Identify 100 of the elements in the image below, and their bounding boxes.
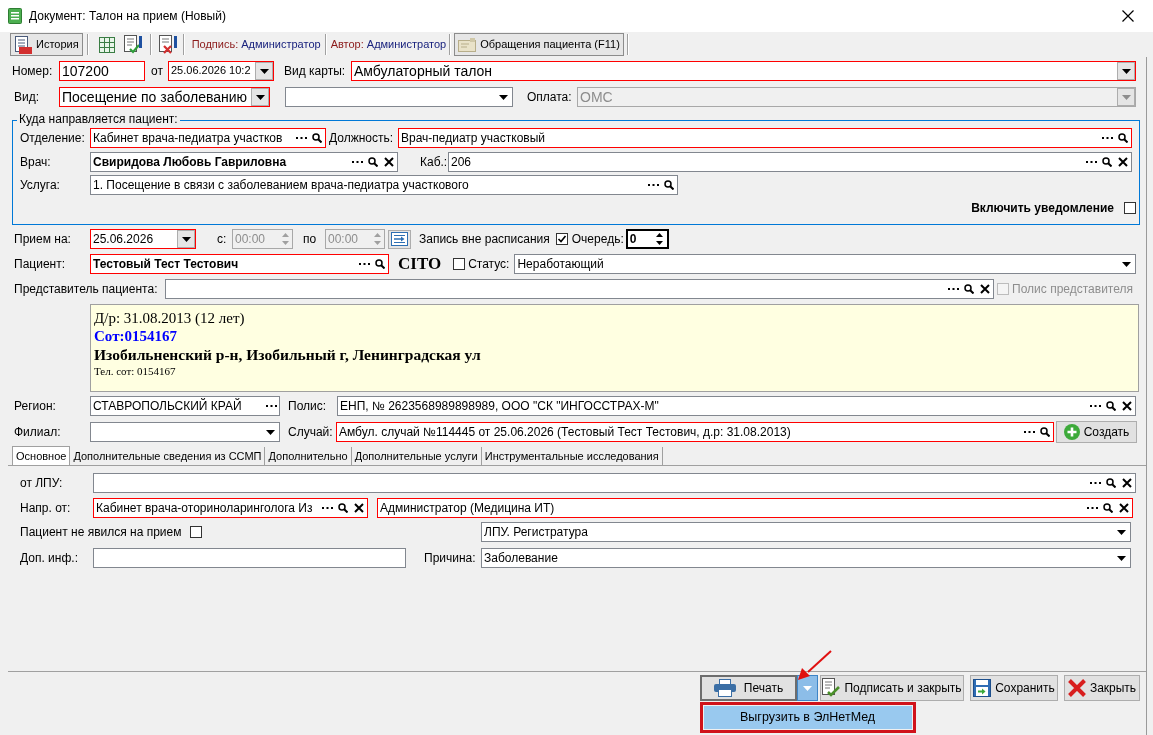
- policy-field[interactable]: ЕНП, № 2623568989898989, ООО "СК "ИНГОССТРАХ-М": [337, 396, 1136, 416]
- visit-subtype-select[interactable]: [285, 87, 513, 107]
- schedule-button[interactable]: [388, 229, 411, 249]
- tab[interactable]: Основное: [12, 446, 71, 465]
- list-arrow-icon: [391, 232, 408, 246]
- field-label: Вид:: [14, 89, 41, 105]
- field-label: Филиал:: [14, 424, 62, 440]
- dropdown-button[interactable]: [251, 88, 269, 106]
- referring-person-field[interactable]: Администратор (Медицина ИТ): [377, 498, 1133, 518]
- patient-field[interactable]: Тестовый Тест Тестович: [90, 254, 389, 274]
- dropdown-button[interactable]: [255, 62, 273, 80]
- checkbox[interactable]: [555, 233, 568, 245]
- lpu-field[interactable]: [93, 473, 1136, 493]
- visit-type-select[interactable]: Посещение по заболеванию: [59, 87, 270, 107]
- clear-icon: [1122, 401, 1132, 411]
- branch-select[interactable]: [90, 422, 280, 442]
- field-label: Отделение:: [20, 130, 86, 146]
- signer-name: Администратор: [241, 37, 321, 52]
- dropdown-button[interactable]: [177, 230, 195, 248]
- field-label: Статус:: [468, 256, 510, 272]
- number-field[interactable]: 107200: [59, 61, 145, 81]
- document-check-icon: [822, 678, 841, 698]
- clear-icon: [384, 157, 394, 167]
- field-label: Представитель пациента:: [14, 281, 159, 297]
- document-icon: [14, 35, 32, 54]
- search-icon: [1103, 503, 1113, 513]
- folder-icon: [458, 37, 477, 52]
- caret-icon: [265, 429, 275, 435]
- sign-and-close-button[interactable]: Подписать и закрыть: [820, 675, 964, 701]
- caret-icon: [803, 685, 812, 691]
- field-label: Пациент:: [14, 256, 66, 272]
- checkbox[interactable]: [1124, 202, 1136, 214]
- history-button[interactable]: История: [10, 33, 83, 56]
- checkbox[interactable]: [190, 526, 203, 538]
- date-field[interactable]: 25.06.2026 10:2: [168, 61, 274, 81]
- tab[interactable]: Дополнительно: [265, 447, 352, 465]
- search-icon: [338, 503, 348, 513]
- room-field[interactable]: 206: [448, 152, 1132, 172]
- position-field[interactable]: Врач-педиатр участковый: [398, 128, 1132, 148]
- field-label: Доп. инф.:: [20, 550, 79, 566]
- menu-item[interactable]: Выгрузить в ЭлНетМед: [704, 706, 912, 729]
- printer-icon: [713, 679, 736, 697]
- case-field[interactable]: Амбул. случай №114445 от 25.06.2026 (Тестовый Тест Тестович, д.р: 31.08.2013): [336, 422, 1054, 442]
- search-icon: [1106, 401, 1116, 411]
- search-icon: [664, 180, 674, 190]
- address-text: Изобильненский р-н, Изобильный г, Ленинградская ул: [94, 345, 482, 364]
- table-icon[interactable]: [98, 36, 115, 53]
- department-field[interactable]: Кабинет врача-педиатра участков: [90, 128, 326, 148]
- caret-icon: [255, 94, 265, 100]
- representative-field[interactable]: [165, 279, 995, 299]
- birth-date-text: Д/р: 31.08.2013 (12 лет): [94, 309, 246, 327]
- field-label: Полис:: [287, 398, 328, 414]
- appointment-date-field[interactable]: 25.06.2026: [90, 229, 196, 249]
- search-icon: [375, 259, 385, 269]
- plus-icon: [1063, 424, 1080, 440]
- spin-arrows-icon: [373, 233, 381, 245]
- patient-appeals-button[interactable]: Обращения пациента (F11): [454, 33, 624, 56]
- search-icon: [1040, 427, 1050, 437]
- field-label: Оплата:: [526, 89, 573, 105]
- extra-info-field[interactable]: [93, 548, 406, 568]
- close-icon: [1067, 679, 1086, 697]
- signer-label: Подпись:: [191, 37, 239, 52]
- doctor-field[interactable]: Свиридова Любовь Гавриловна: [90, 152, 398, 172]
- document-icon: [8, 8, 22, 24]
- close-icon[interactable]: [1122, 10, 1134, 22]
- search-icon: [964, 284, 975, 294]
- registry-select[interactable]: ЛПУ. Регистратура: [481, 522, 1131, 542]
- group-title: Куда направляется пациент:: [17, 112, 180, 126]
- caret-icon: [1121, 68, 1131, 74]
- field-label: Услуга:: [20, 177, 61, 193]
- field-label: Номер:: [12, 63, 54, 79]
- tab[interactable]: Дополнительные услуги: [351, 447, 482, 465]
- field-label: с:: [216, 231, 228, 247]
- checkbox[interactable]: [453, 258, 466, 270]
- tab[interactable]: Инструментальные исследования: [481, 447, 663, 465]
- region-field[interactable]: СТАВРОПОЛЬСКИЙ КРАЙ: [90, 396, 280, 416]
- caret-icon: [1116, 555, 1126, 561]
- status-select[interactable]: Неработающий: [514, 254, 1136, 274]
- service-field[interactable]: 1. Посещение в связи с заболеванием врача-педиатра участкового: [90, 175, 678, 195]
- save-button[interactable]: Сохранить: [970, 675, 1058, 701]
- reason-select[interactable]: Заболевание: [481, 548, 1131, 568]
- close-button[interactable]: Закрыть: [1064, 675, 1140, 701]
- caret-icon: [181, 236, 191, 242]
- document-check-icon[interactable]: [122, 34, 143, 55]
- card-type-select[interactable]: Амбулаторный талон: [351, 61, 1136, 81]
- field-label: по: [302, 231, 318, 247]
- print-button[interactable]: Печать: [700, 675, 797, 701]
- document-cross-icon[interactable]: [157, 34, 178, 55]
- field-label: Запись вне расписания: [419, 231, 550, 247]
- tab[interactable]: Дополнительные сведения из ССМП: [70, 447, 266, 465]
- queue-field[interactable]: 0: [625, 229, 669, 249]
- field-label: Случай:: [287, 424, 334, 440]
- search-icon: [312, 133, 322, 143]
- dropdown-button[interactable]: [1117, 62, 1135, 80]
- phone-note-text: Тел. сот: 0154167: [94, 364, 177, 379]
- field-label: Должность:: [328, 130, 395, 146]
- clear-icon: [1119, 503, 1129, 513]
- create-button[interactable]: Создать: [1056, 421, 1137, 443]
- field-label: Полис представителя: [1012, 281, 1133, 297]
- referring-department-field[interactable]: Кабинет врача-оториноларинголога Из: [93, 498, 368, 518]
